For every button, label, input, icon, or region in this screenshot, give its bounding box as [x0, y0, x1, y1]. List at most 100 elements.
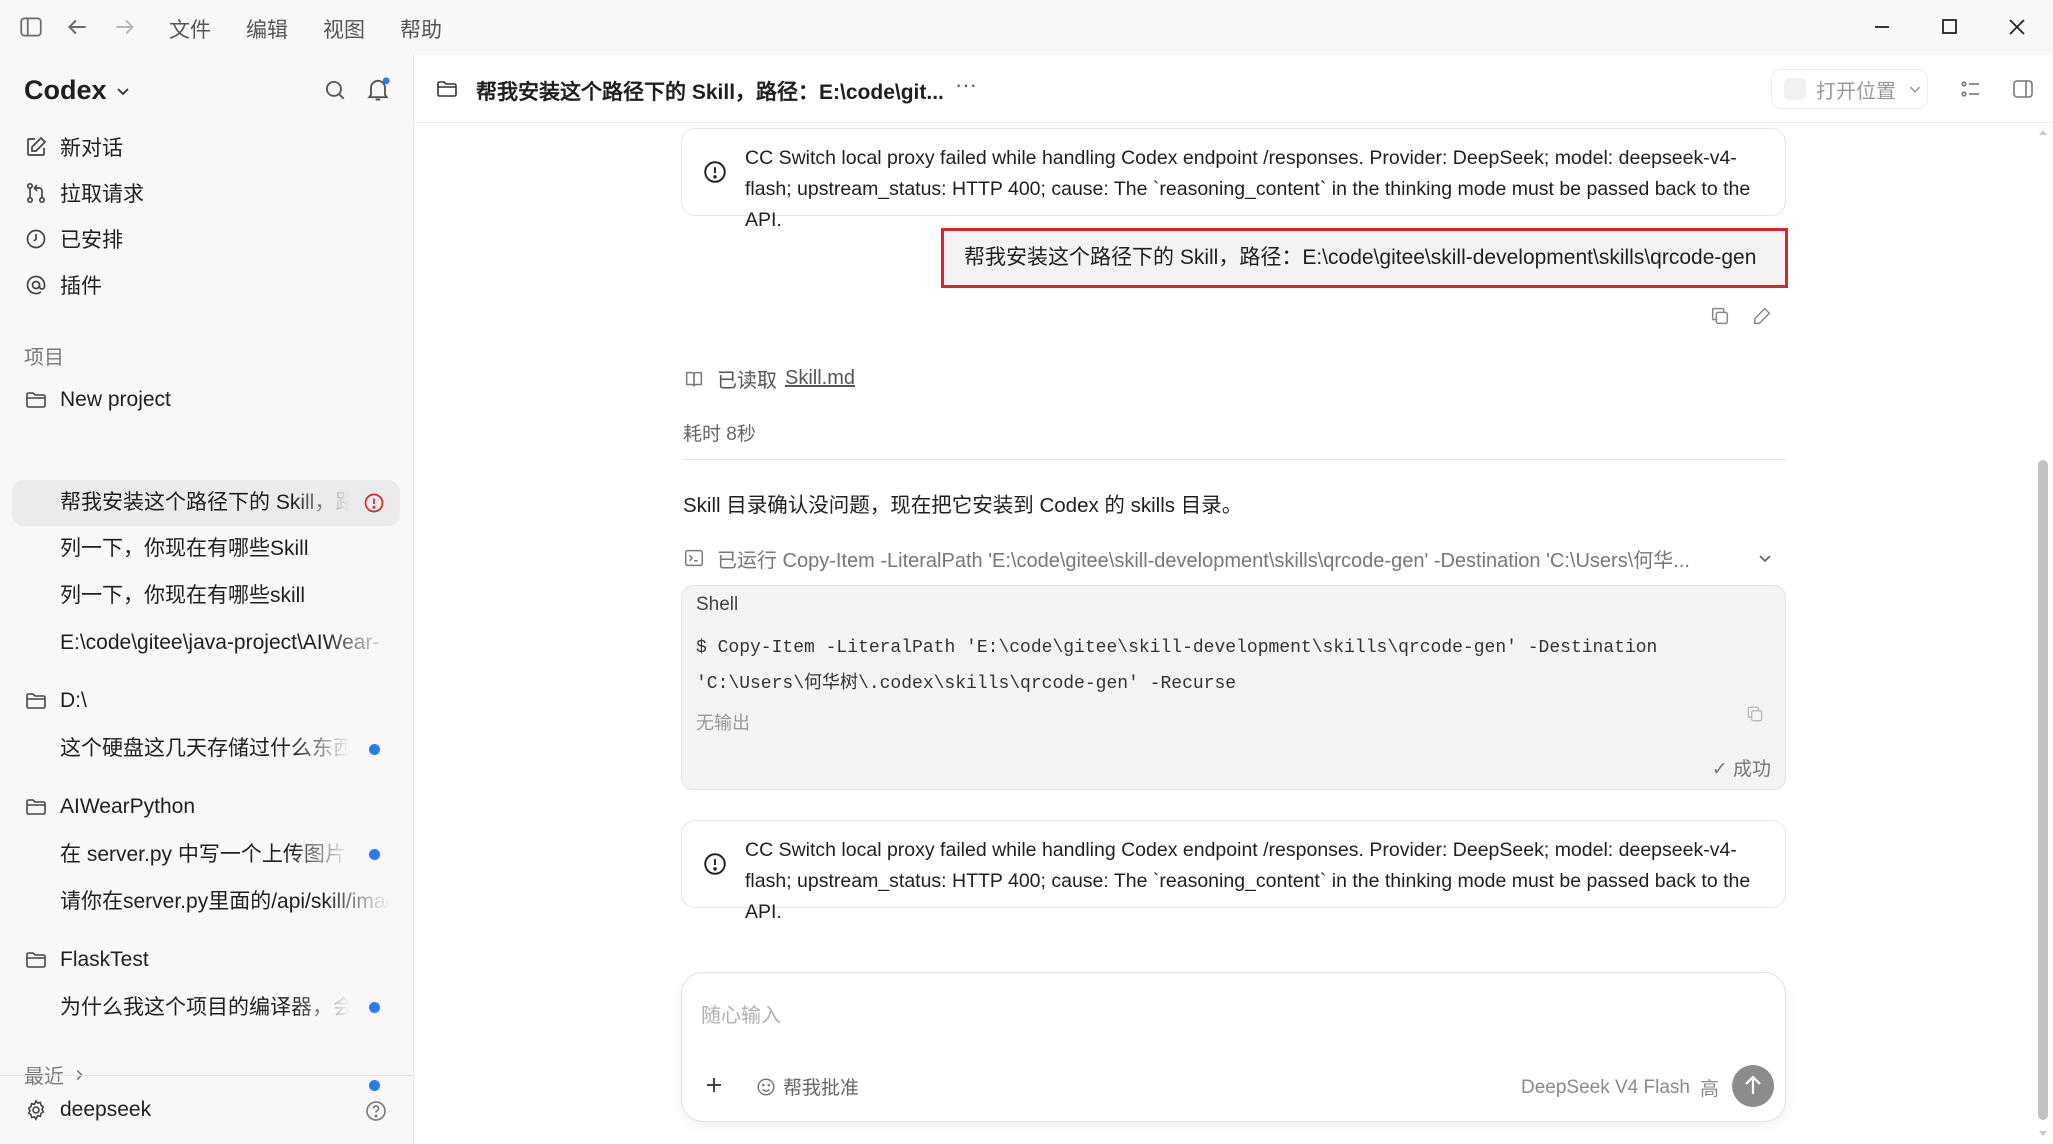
help-icon[interactable] [364, 1099, 388, 1123]
sidebar-footer-divider [0, 1075, 414, 1076]
minimize-button[interactable] [1862, 12, 1902, 42]
copy-output-icon[interactable] [1745, 704, 1765, 724]
ran-command-row[interactable]: 已运行 Copy-Item -LiteralPath 'E:\code\gite… [683, 544, 1786, 572]
scrollbar[interactable] [2036, 125, 2050, 1144]
menu-edit[interactable]: 编辑 [246, 14, 288, 44]
shell-command-line-2: 'C:\Users\何华树\.codex\skills\qrcode-gen' … [696, 674, 1237, 694]
menu-file[interactable]: 文件 [169, 14, 211, 44]
more-options-button[interactable]: ··· [955, 72, 977, 98]
sidebar-item-scheduled[interactable]: 已安排 [12, 217, 400, 261]
chevron-down-icon [1909, 86, 1921, 93]
gear-icon [27, 1099, 45, 1121]
folder-icon [26, 952, 46, 968]
open-location-button[interactable]: 打开位置 [1771, 69, 1928, 109]
elapsed-time: 耗时 8秒 [683, 424, 756, 445]
error-icon [704, 161, 726, 183]
shell-label: Shell [696, 594, 739, 615]
sidebar-item-plugins[interactable]: 插件 [12, 263, 400, 307]
shell-command-line-1: $ Copy-Item -LiteralPath 'E:\code\gitee\… [696, 638, 1658, 658]
add-attachment-button[interactable] [702, 1073, 726, 1097]
edit-icon [27, 136, 47, 156]
project-aiwearpython[interactable]: AIWearPython [12, 785, 400, 829]
folder-icon [26, 392, 46, 408]
thread-item[interactable]: 在 server.py 中写一个上传图片 [60, 833, 350, 877]
unread-dot [369, 744, 380, 755]
at-icon [26, 275, 46, 295]
thread-item-install-skill[interactable]: 帮我安装这个路径下的 Skill，路径：E:\code\gitee\skill-… [60, 481, 350, 525]
project-flasktest[interactable]: FlaskTest [12, 938, 400, 982]
composer-input[interactable]: 随心输入 [701, 999, 781, 1028]
sidebar-item-label: 插件 [60, 275, 102, 298]
sidebar-item-label: 新对话 [60, 137, 123, 160]
projects-section-label: 项目 [24, 347, 64, 369]
thread-item[interactable]: E:\code\gitee\java-project\AIWear- [60, 621, 390, 665]
error-icon [704, 853, 726, 875]
assistant-message: Skill 目录确认没问题，现在把它安装到 Codex 的 skills 目录。 [683, 494, 1243, 517]
search-icon[interactable] [322, 77, 348, 103]
project-name: AIWearPython [60, 795, 196, 818]
approval-mode-button[interactable]: 帮我批准 [755, 1073, 859, 1100]
bell-icon[interactable] [364, 75, 392, 103]
open-location-label: 打开位置 [1816, 80, 1896, 103]
terminal-icon [685, 549, 703, 567]
edit-message-icon[interactable] [1751, 305, 1773, 327]
send-button[interactable] [1732, 1065, 1774, 1107]
composer: 随心输入 帮我批准 DeepSeek V4 Flash 高 [681, 972, 1786, 1122]
thread-item[interactable]: 请你在server.py里面的/api/skill/image [60, 880, 390, 924]
arrow-up-icon [1745, 1075, 1761, 1094]
maximize-button[interactable] [1929, 12, 1969, 42]
back-arrow-icon[interactable] [64, 14, 90, 40]
sidebar-item-new-chat[interactable]: 新对话 [12, 125, 400, 169]
project-name: D:\ [60, 689, 87, 712]
error-message-card: CC Switch local proxy failed while handl… [681, 128, 1786, 231]
title-bar: 文件 编辑 视图 帮助 [0, 0, 2053, 55]
folder-icon [435, 77, 459, 101]
plus-icon [707, 1078, 721, 1092]
project-new-project[interactable]: New project [12, 378, 400, 422]
model-name: DeepSeek V4 Flash [1520, 1076, 1690, 1098]
read-file-link[interactable]: Skill.md [785, 367, 855, 390]
forward-arrow-icon[interactable] [112, 14, 138, 40]
clock-icon [26, 229, 46, 249]
project-d-drive[interactable]: D:\ [12, 679, 400, 723]
read-file-activity: 已读取 Skill.md [683, 364, 855, 393]
panel-toggle-icon[interactable] [2011, 77, 2035, 101]
chevron-down-icon [116, 87, 129, 95]
menu-view[interactable]: 视图 [323, 14, 365, 44]
menu-help[interactable]: 帮助 [400, 14, 442, 44]
sidebar: Codex 新对话 拉取请求 已安排 插件 项目 New project 帮我安… [0, 55, 414, 1144]
error-message-text: CC Switch local proxy failed while handl… [745, 839, 1751, 923]
copy-icon[interactable] [1709, 305, 1731, 327]
user-settings[interactable]: deepseek [12, 1088, 400, 1132]
ran-command-text: 已运行 Copy-Item -LiteralPath 'E:\code\gite… [717, 549, 1690, 572]
error-message-text: CC Switch local proxy failed while handl… [745, 147, 1751, 231]
divider [683, 459, 1786, 460]
user-name: deepseek [60, 1098, 152, 1121]
smile-icon [757, 1077, 775, 1096]
thread-item[interactable]: 列一下，你现在有哪些skill [60, 574, 390, 618]
shell-status: ✓ 成功 [1711, 759, 1771, 780]
folder-icon [26, 693, 46, 709]
pull-request-icon [26, 182, 46, 204]
app-name: Codex [24, 75, 107, 105]
app-icon [1784, 78, 1806, 100]
thread-item[interactable]: 为什么我这个项目的编译器，会 [60, 986, 350, 1030]
shell-output-box: Shell $ Copy-Item -LiteralPath 'E:\code\… [681, 585, 1786, 790]
sidebar-item-pull-requests[interactable]: 拉取请求 [12, 171, 400, 215]
thread-item[interactable]: 列一下，你现在有哪些Skill [60, 527, 390, 571]
model-selector[interactable]: DeepSeek V4 Flash 高 [1521, 1074, 1719, 1101]
reasoning-effort: 高 [1699, 1079, 1719, 1100]
unread-dot [369, 849, 380, 860]
thread-item[interactable]: 这个硬盘这几天存储过什么东西 [60, 727, 350, 771]
book-icon [685, 371, 703, 386]
task-list-icon[interactable] [1959, 77, 1983, 101]
project-name: FlaskTest [60, 948, 149, 971]
unread-dot [369, 1002, 380, 1013]
folder-icon [26, 799, 46, 815]
close-button[interactable] [1997, 12, 2037, 42]
conversation-header: 帮我安装这个路径下的 Skill，路径：E:\code\git... ··· 打… [415, 55, 2053, 123]
error-message-card: CC Switch local proxy failed while handl… [681, 820, 1786, 923]
sidebar-toggle-icon[interactable] [18, 14, 44, 40]
app-switcher[interactable]: Codex [24, 75, 133, 106]
conversation-title: 帮我安装这个路径下的 Skill，路径：E:\code\git... [476, 81, 944, 104]
